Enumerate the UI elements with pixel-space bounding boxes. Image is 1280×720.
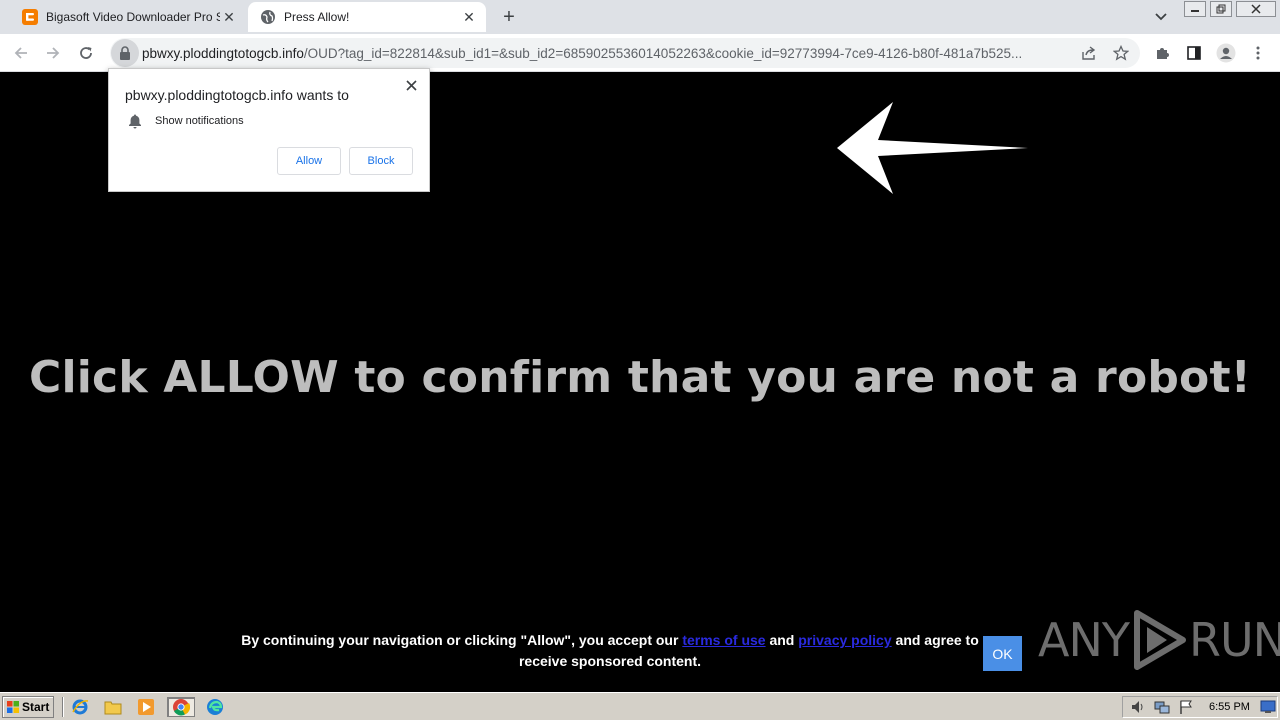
page-headline: Click ALLOW to confirm that you are not … — [28, 352, 1251, 403]
close-window-button[interactable] — [1236, 1, 1276, 17]
lock-icon[interactable] — [111, 39, 139, 67]
profile-avatar-icon[interactable] — [1215, 42, 1237, 64]
start-label: Start — [22, 700, 50, 714]
internet-explorer-icon[interactable] — [69, 697, 91, 717]
windows-taskbar: Start 6:55 PM — [0, 692, 1280, 720]
tab-strip: Bigasoft Video Downloader Pro Serial ✕ P… — [0, 0, 1280, 34]
notification-permission-popup: pbwxy.ploddingtotogcb.info wants to Show… — [108, 68, 430, 192]
star-icon[interactable] — [1110, 42, 1132, 64]
network-icon[interactable] — [1153, 699, 1171, 715]
action-center-flag-icon[interactable] — [1177, 699, 1195, 715]
address-bar[interactable]: pbwxy.ploddingtotogcb.info/OUD?tag_id=82… — [110, 38, 1140, 68]
taskbar-separator — [62, 697, 64, 717]
block-button[interactable]: Block — [349, 147, 413, 175]
back-button[interactable] — [8, 40, 34, 66]
consent-notice: By continuing your navigation or clickin… — [240, 630, 980, 672]
watermark-right: RUN — [1188, 613, 1280, 667]
anyrun-watermark: ANY RUN — [1038, 607, 1280, 673]
tab-title: Press Allow! — [284, 10, 350, 24]
show-desktop-icon[interactable] — [1260, 700, 1276, 714]
file-explorer-icon[interactable] — [102, 697, 124, 717]
bell-icon — [129, 114, 141, 129]
side-panel-icon[interactable] — [1183, 42, 1205, 64]
extensions-icon[interactable] — [1151, 42, 1173, 64]
start-button[interactable]: Start — [2, 696, 54, 718]
chevron-down-icon[interactable] — [1150, 7, 1172, 27]
windows-logo-icon — [7, 701, 19, 713]
tab-close-icon[interactable]: ✕ — [220, 8, 238, 26]
menu-kebab-icon[interactable] — [1247, 42, 1269, 64]
new-tab-button[interactable]: + — [498, 6, 520, 28]
permission-row: Show notifications — [127, 113, 244, 129]
popup-title: pbwxy.ploddingtotogcb.info wants to — [125, 87, 349, 103]
ok-button[interactable]: OK — [983, 636, 1022, 671]
tab-close-icon[interactable]: ✕ — [460, 8, 478, 26]
media-player-icon[interactable] — [135, 697, 157, 717]
browser-toolbar: pbwxy.ploddingtotogcb.info/OUD?tag_id=82… — [0, 34, 1280, 72]
tab-title: Bigasoft Video Downloader Pro Serial — [46, 10, 220, 24]
forward-button[interactable] — [40, 40, 66, 66]
terms-of-use-link[interactable]: terms of use — [682, 632, 765, 648]
tab-press-allow[interactable]: Press Allow! ✕ — [248, 2, 486, 32]
chrome-icon[interactable] — [167, 697, 195, 717]
play-triangle-icon — [1133, 610, 1186, 670]
permission-label: Show notifications — [155, 115, 244, 127]
url-text[interactable]: pbwxy.ploddingtotogcb.info/OUD?tag_id=82… — [142, 46, 1072, 61]
globe-icon — [260, 9, 276, 25]
url-path: /OUD?tag_id=822814&sub_id1=&sub_id2=6859… — [303, 45, 1023, 61]
edge-icon[interactable] — [204, 697, 226, 717]
system-tray — [1122, 696, 1278, 718]
close-icon[interactable] — [401, 75, 421, 95]
minimize-button[interactable] — [1184, 1, 1206, 17]
reload-button[interactable] — [73, 40, 99, 66]
clock[interactable]: 6:55 PM — [1209, 701, 1250, 713]
consent-and: and — [769, 632, 795, 648]
watermark-left: ANY — [1038, 613, 1130, 667]
privacy-policy-link[interactable]: privacy policy — [798, 632, 891, 648]
volume-icon[interactable] — [1129, 699, 1147, 715]
tab-bigasoft[interactable]: Bigasoft Video Downloader Pro Serial ✕ — [10, 2, 246, 32]
consent-text: By continuing your navigation or clickin… — [241, 632, 679, 648]
url-host: pbwxy.ploddingtotogcb.info — [142, 45, 304, 61]
arrow-left-icon — [837, 102, 1028, 194]
share-icon[interactable] — [1078, 42, 1100, 64]
blogger-icon — [22, 9, 38, 25]
allow-button[interactable]: Allow — [277, 147, 341, 175]
restore-button[interactable] — [1210, 1, 1232, 17]
